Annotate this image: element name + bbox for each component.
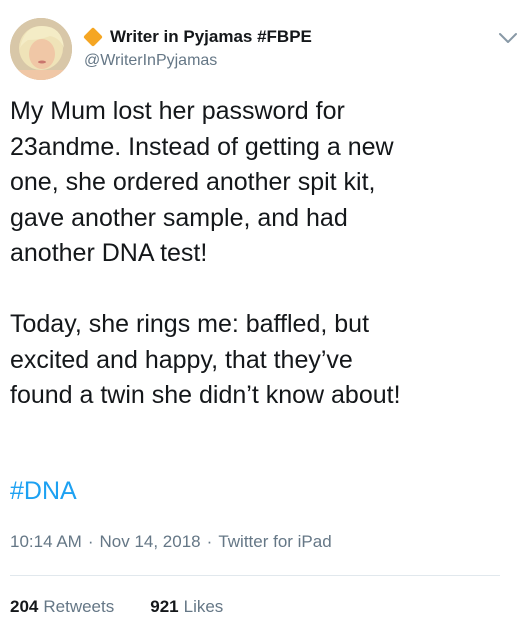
tweet-source[interactable]: Twitter for iPad — [218, 532, 331, 551]
hashtag-link[interactable]: #DNA — [10, 474, 77, 508]
tweet-header: Writer in Pyjamas #FBPE @WriterInPyjamas — [10, 18, 522, 88]
user-avatar-icon — [10, 18, 72, 80]
author-name-row[interactable]: Writer in Pyjamas #FBPE — [83, 26, 312, 48]
retweets-count: 204 — [10, 597, 39, 616]
likes-count: 921 — [150, 597, 179, 616]
tweet-date[interactable]: Nov 14, 2018 — [100, 532, 201, 551]
divider — [10, 575, 500, 576]
tweet-stats: 204 Retweets 921 Likes — [10, 596, 223, 618]
author-handle[interactable]: @WriterInPyjamas — [84, 51, 312, 71]
meta-separator: · — [206, 532, 213, 551]
tweet-text: My Mum lost her password for 23andme. In… — [10, 94, 510, 414]
likes-stat[interactable]: 921 Likes — [150, 596, 223, 618]
retweets-label: Retweets — [43, 597, 115, 616]
retweets-stat[interactable]: 204 Retweets — [10, 596, 114, 618]
meta-separator: · — [87, 532, 94, 551]
tweet-meta: 10:14 AM · Nov 14, 2018 · Twitter for iPad — [10, 531, 332, 553]
tweet-card: Writer in Pyjamas #FBPE @WriterInPyjamas… — [0, 0, 532, 637]
diamond-badge-icon — [83, 27, 103, 47]
tweet-paragraph-1: My Mum lost her password for 23andme. In… — [10, 97, 394, 267]
tweet-time[interactable]: 10:14 AM — [10, 532, 82, 551]
likes-label: Likes — [183, 597, 224, 616]
author-name[interactable]: Writer in Pyjamas #FBPE — [110, 26, 312, 48]
chevron-down-icon[interactable] — [496, 26, 520, 50]
avatar[interactable] — [10, 18, 72, 80]
tweet-paragraph-2: Today, she rings me: baffled, but excite… — [10, 310, 401, 409]
author-info: Writer in Pyjamas #FBPE @WriterInPyjamas — [83, 26, 312, 71]
